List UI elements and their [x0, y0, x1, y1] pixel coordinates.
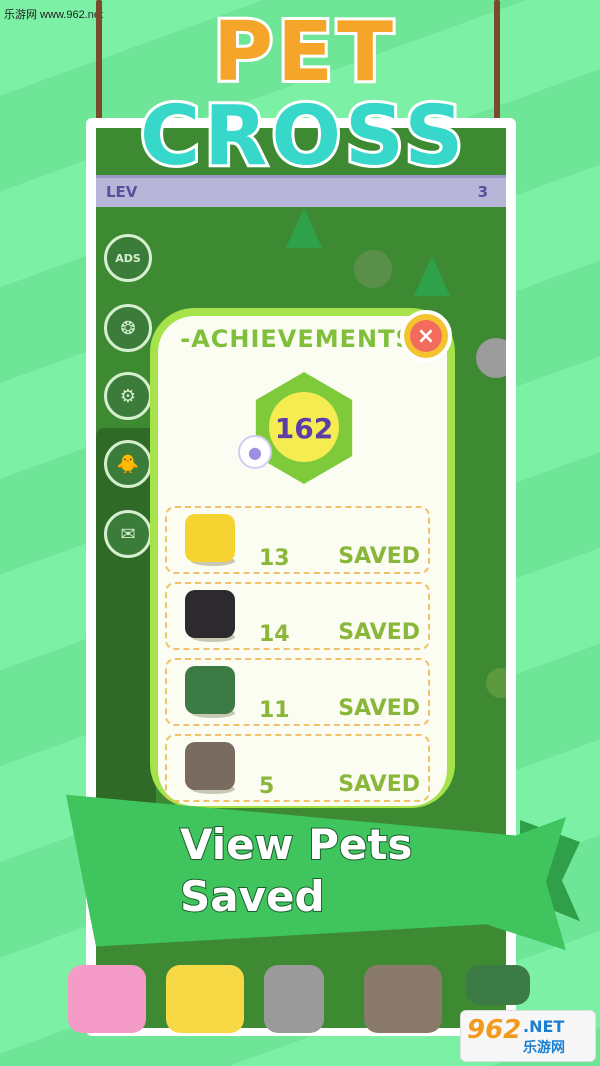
achievement-row: 5 SAVED — [165, 734, 430, 802]
saved-label: SAVED — [338, 696, 420, 721]
level-value: 3 — [477, 183, 488, 201]
mail-icon: ✉ — [120, 523, 136, 545]
achievement-row: 13 SAVED — [165, 506, 430, 574]
badge-icon: ❂ — [120, 317, 136, 339]
saved-label: SAVED — [338, 544, 420, 569]
pig-icon — [68, 965, 146, 1033]
achievement-row: 11 SAVED — [165, 658, 430, 726]
chick-icon: 🐥 — [116, 453, 140, 475]
no-ads-icon: ADS — [115, 251, 141, 265]
boar-icon — [185, 590, 235, 638]
rabbit-icon — [264, 965, 324, 1033]
duck-icon — [466, 965, 530, 1005]
mail-button[interactable]: ✉ — [104, 510, 152, 558]
achievement-row: 14 SAVED — [165, 582, 430, 650]
pets-button[interactable]: 🐥 — [104, 440, 152, 488]
close-icon: × — [410, 320, 442, 352]
settings-button[interactable]: ⚙ — [104, 372, 152, 420]
saved-count: 14 — [259, 622, 290, 647]
saved-label: SAVED — [338, 772, 420, 797]
banner-line1: View Pets — [179, 819, 413, 870]
gear-icon: ⚙ — [119, 385, 137, 407]
close-button[interactable]: × — [400, 310, 452, 362]
chick-icon — [185, 514, 235, 562]
banner-line2: Saved — [179, 871, 326, 922]
game-logo: PET CROSS — [137, 5, 468, 218]
duck-icon — [185, 666, 235, 714]
paw-icon: ● — [238, 435, 272, 469]
saved-count: 11 — [259, 698, 290, 723]
saved-label: SAVED — [338, 620, 420, 645]
site-logo-cn: 乐游网 — [523, 1040, 565, 1056]
watermark: 乐游网 www.962.net — [4, 9, 104, 21]
goat-icon — [364, 965, 442, 1033]
chick-icon — [166, 965, 244, 1033]
no-ads-button[interactable]: ADS — [104, 234, 152, 282]
site-logo-main: 962 — [467, 1015, 522, 1045]
dog-icon — [185, 742, 235, 790]
saved-count: 5 — [259, 774, 275, 799]
badge-button[interactable]: ❂ — [104, 304, 152, 352]
level-label: LEV — [106, 183, 138, 201]
saved-count: 13 — [259, 546, 290, 571]
logo-word-cross: CROSS — [137, 89, 468, 185]
logo-word-pet: PET — [210, 5, 398, 101]
site-logo-net: .NET — [523, 1017, 565, 1036]
site-logo: 962 .NET 乐游网 — [460, 1010, 596, 1062]
